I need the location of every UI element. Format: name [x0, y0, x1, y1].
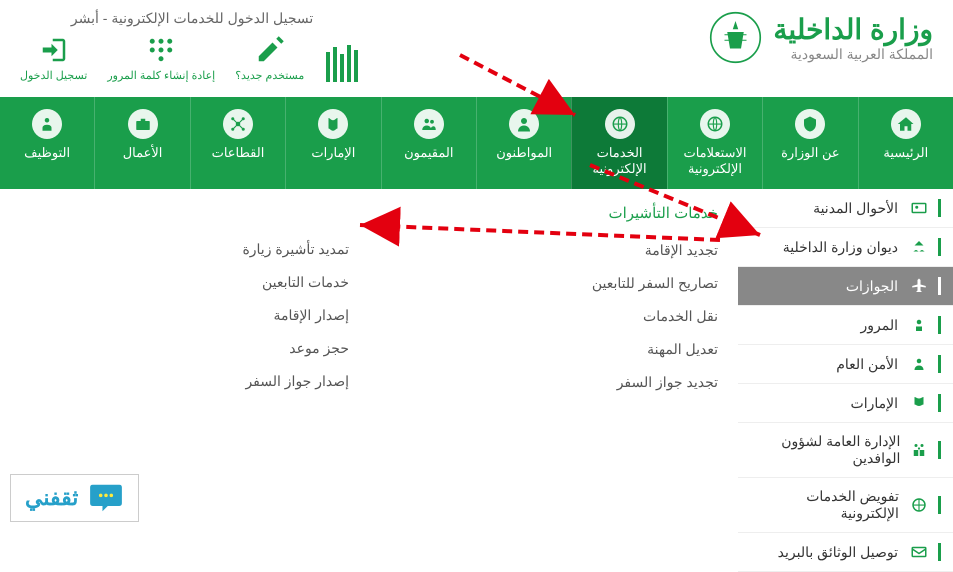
login-icon [39, 35, 69, 65]
sidebar-ministry-office[interactable]: ديوان وزارة الداخلية [738, 228, 953, 267]
sidebar-traffic[interactable]: المرور [738, 306, 953, 345]
ministry-title: وزارة الداخلية [773, 13, 933, 46]
plane-icon [910, 277, 928, 295]
globe-icon [611, 115, 629, 133]
service-travel-permit[interactable]: تصاريح السفر للتابعين [389, 267, 718, 300]
nav-residents[interactable]: المقيمون [381, 97, 476, 189]
shield-icon [801, 115, 819, 133]
sidebar-delegate[interactable]: تفويض الخدمات الإلكترونية [738, 478, 953, 533]
officer-icon [910, 355, 928, 373]
new-user-link[interactable]: مستخدم جديد؟ [235, 35, 304, 82]
absher-title: تسجيل الدخول للخدمات الإلكترونية - أبشر [20, 10, 364, 27]
jobs-icon [38, 115, 56, 133]
service-renew-passport[interactable]: تجديد جواز السفر [389, 366, 718, 399]
saudi-emblem-icon [708, 10, 763, 65]
briefcase-icon [134, 115, 152, 133]
ministry-subtitle: المملكة العربية السعودية [773, 46, 933, 63]
id-card-icon [910, 199, 928, 217]
network-icon [229, 115, 247, 133]
nav-emirates[interactable]: الإمارات [285, 97, 380, 189]
speech-bubble-icon [88, 483, 124, 513]
service-issue-iqama[interactable]: إصدار الإقامة [20, 299, 349, 332]
nav-queries[interactable]: الاستعلامات الإلكترونية [667, 97, 762, 189]
nav-citizens[interactable]: المواطنون [476, 97, 571, 189]
service-change-job[interactable]: تعديل المهنة [389, 333, 718, 366]
nav-about[interactable]: عن الوزارة [762, 97, 857, 189]
ship-icon [910, 238, 928, 256]
person-icon [515, 115, 533, 133]
sidebar-passports[interactable]: الجوازات [738, 267, 953, 306]
nav-eservices[interactable]: الخدمات الإلكترونية [571, 97, 666, 189]
service-appointment[interactable]: حجز موعد [20, 332, 349, 365]
service-transfer[interactable]: نقل الخدمات [389, 300, 718, 333]
flag-icon [910, 394, 928, 412]
main-nav: الرئيسية عن الوزارة الاستعلامات الإلكترو… [0, 97, 953, 189]
watermark-text: ثقفني [25, 485, 78, 511]
edit-icon [255, 35, 285, 65]
service-dependents[interactable]: خدمات التابعين [20, 266, 349, 299]
visa-services-title: خدمات التأشيرات [389, 204, 718, 222]
sidebar-civil-affairs[interactable]: الأحوال المدنية [738, 189, 953, 228]
absher-logo-icon [324, 42, 364, 82]
nav-business[interactable]: الأعمال [94, 97, 189, 189]
globe-search-icon [706, 115, 724, 133]
mail-icon [910, 543, 928, 561]
sidebar: الأحوال المدنية ديوان وزارة الداخلية الج… [738, 189, 953, 572]
emirates-icon [324, 115, 342, 133]
home-icon [897, 115, 915, 133]
sidebar-mail[interactable]: توصيل الوثائق بالبريد [738, 533, 953, 572]
traffic-icon [910, 316, 928, 334]
nav-jobs[interactable]: التوظيف [0, 97, 94, 189]
login-link[interactable]: تسجيل الدخول [20, 35, 87, 82]
nav-sectors[interactable]: القطاعات [190, 97, 285, 189]
reset-password-link[interactable]: إعادة إنشاء كلمة المرور [107, 35, 215, 82]
service-issue-passport[interactable]: إصدار جواز السفر [20, 365, 349, 398]
family-icon [910, 441, 928, 459]
nav-home[interactable]: الرئيسية [858, 97, 953, 189]
service-extend-visit[interactable]: تمديد تأشيرة زيارة [20, 233, 349, 266]
people-icon [420, 115, 438, 133]
globe-small-icon [910, 496, 928, 514]
sidebar-emirates[interactable]: الإمارات [738, 384, 953, 423]
sidebar-expatriates[interactable]: الإدارة العامة لشؤون الوافدين [738, 423, 953, 478]
watermark-logo: ثقفني [10, 474, 139, 522]
sidebar-security[interactable]: الأمن العام [738, 345, 953, 384]
ministry-logo: وزارة الداخلية المملكة العربية السعودية [708, 10, 933, 65]
keypad-icon [146, 35, 176, 65]
service-renew-iqama[interactable]: تجديد الإقامة [389, 234, 718, 267]
services-column-1: خدمات التأشيرات تجديد الإقامة تصاريح الس… [389, 204, 718, 557]
